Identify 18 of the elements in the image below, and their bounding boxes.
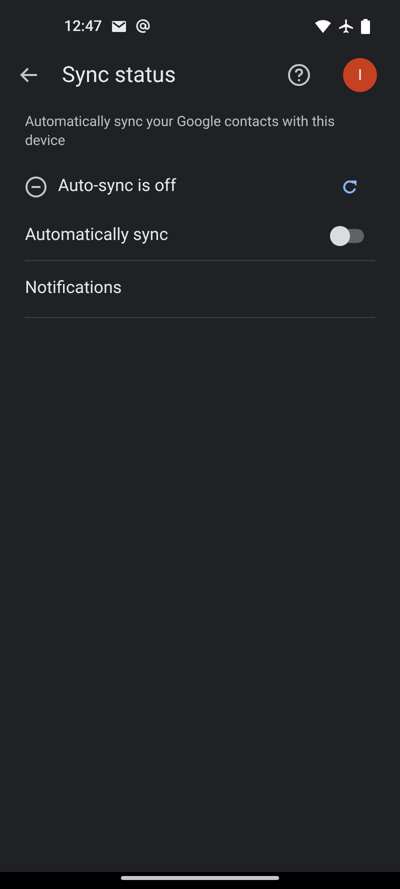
setting-label: Automatically sync: [25, 224, 170, 247]
help-icon: [287, 63, 311, 87]
refresh-icon: [342, 179, 358, 195]
toggle-switch[interactable]: [330, 226, 364, 246]
at-sign-icon: [136, 19, 150, 33]
page-title: Sync status: [62, 62, 177, 90]
mail-icon: [112, 20, 126, 32]
status-time: 12:47: [64, 16, 102, 37]
battery-icon: [361, 18, 370, 34]
airplane-icon: [339, 19, 353, 33]
help-button[interactable]: [287, 63, 311, 87]
account-avatar[interactable]: I: [343, 58, 377, 92]
minus-circle-icon: [25, 176, 47, 198]
back-arrow-icon: [20, 67, 38, 83]
notifications-row[interactable]: Notifications: [25, 261, 375, 318]
wifi-icon: [315, 20, 331, 32]
sync-status-text: Auto-sync is off: [58, 175, 178, 198]
description-text: Automatically sync your Google contacts with this device: [25, 113, 336, 151]
